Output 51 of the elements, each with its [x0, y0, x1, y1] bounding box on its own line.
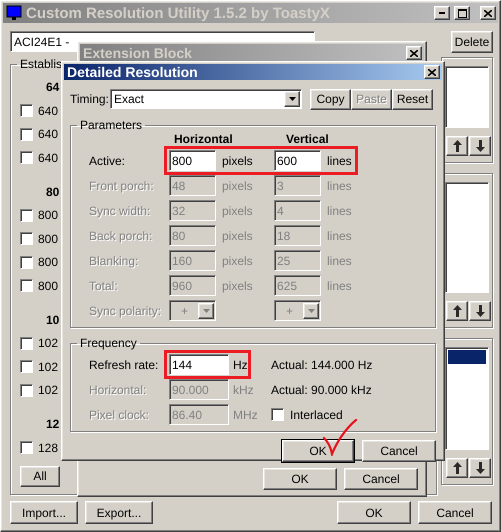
checkbox-label: 800	[38, 232, 58, 246]
unit-label: MHz	[232, 408, 258, 422]
parameter-label: Back porch:	[89, 228, 154, 242]
resolution-header: 12	[46, 417, 60, 431]
resolution-header: 80	[46, 184, 60, 198]
actual-value: Actual: 144.000 Hz	[271, 358, 372, 372]
parameter-label: Sync polarity:	[89, 304, 162, 318]
unit-label: pixels	[221, 178, 254, 192]
unit-label: lines	[326, 228, 352, 242]
column-header: Vertical	[286, 132, 330, 148]
unit-label: pixels	[221, 154, 254, 168]
parameter-label: Active:	[89, 154, 126, 168]
resolution-header: 64	[46, 80, 60, 94]
unit-label: pixels	[221, 204, 254, 218]
unit-label: pixels	[221, 278, 254, 292]
unit-label: lines	[326, 178, 352, 192]
checkbox-label: 102	[38, 336, 58, 350]
dialog-title: Detailed Resolution	[67, 64, 199, 80]
checkbox-label: Interlaced	[290, 408, 343, 422]
checkbox-label: 640	[38, 127, 58, 142]
unit-label: lines	[326, 254, 352, 268]
resolution-header: 10	[46, 312, 60, 326]
group-title: Establis	[19, 57, 64, 71]
group-title: Parameters	[79, 118, 144, 132]
checkbox-label: 640	[38, 150, 58, 165]
frequency-label: Horizontal:	[89, 382, 148, 396]
checkbox-label: 128	[38, 440, 58, 455]
parameter-label: Sync width:	[89, 204, 152, 218]
frequency-label: Refresh rate:	[89, 358, 160, 372]
checkbox-label: 102	[38, 360, 58, 374]
unit-label: lines	[326, 204, 352, 218]
unit-label: pixels	[221, 254, 254, 268]
unit-label: lines	[326, 154, 352, 168]
timing-label: Timing:	[70, 92, 110, 106]
parameter-label: Blanking:	[89, 254, 140, 268]
frequency-label: Pixel clock:	[89, 408, 150, 422]
checkbox-label: 800	[38, 208, 58, 222]
dialog-title: Extension Block	[83, 45, 193, 61]
group-title: Frequency	[79, 336, 138, 350]
checkbox-label: 800	[38, 255, 58, 270]
checkbox-label: 102	[38, 383, 58, 398]
checkbox-label: 800	[38, 278, 58, 293]
parameter-label: Total:	[89, 278, 119, 292]
actual-value: Actual: 90.000 kHz	[271, 382, 372, 396]
parameter-label: Front porch:	[89, 178, 155, 192]
unit-label: kHz	[232, 382, 254, 396]
unit-label: pixels	[221, 228, 254, 242]
column-header: Horizontal	[174, 132, 234, 148]
unit-label: Hz	[232, 358, 248, 372]
unit-label: lines	[326, 278, 352, 292]
checkbox-label: 640	[38, 104, 58, 118]
